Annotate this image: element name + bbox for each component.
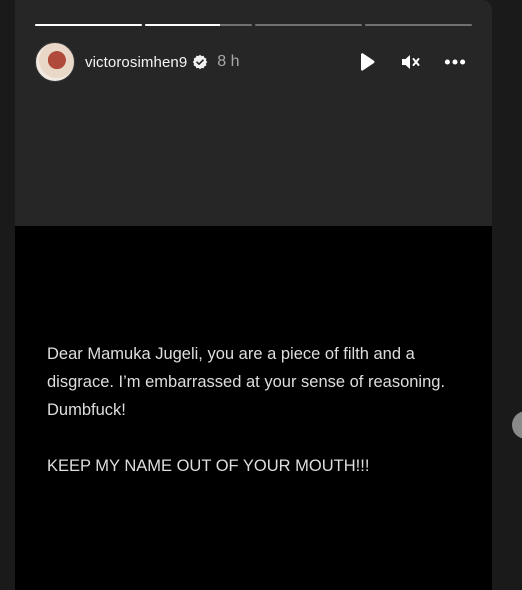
progress-segment: [255, 24, 362, 26]
avatar[interactable]: [35, 42, 75, 82]
more-options-icon[interactable]: [444, 51, 466, 73]
verified-badge-icon: [192, 54, 208, 70]
story-media[interactable]: Dear Mamuka Jugeli, you are a piece of f…: [15, 226, 492, 590]
progress-fill: [35, 24, 142, 26]
progress-segment: [145, 24, 252, 26]
play-icon[interactable]: [356, 51, 378, 73]
progress-segment: [35, 24, 142, 26]
muted-speaker-icon[interactable]: [400, 51, 422, 73]
story-controls: [356, 51, 472, 73]
progress-segment: [365, 24, 472, 26]
progress-fill: [145, 24, 220, 26]
story-header: victorosimhen9 8 h: [35, 42, 472, 82]
next-story-button[interactable]: [512, 411, 522, 439]
message-paragraph: Dear Mamuka Jugeli, you are a piece of f…: [47, 345, 446, 419]
username-link[interactable]: victorosimhen9: [85, 54, 187, 71]
story-text: Dear Mamuka Jugeli, you are a piece of f…: [47, 340, 467, 480]
post-time: 8 h: [217, 53, 240, 70]
story-progress-bar: [35, 24, 472, 26]
message-paragraph: KEEP MY NAME OUT OF YOUR MOUTH!!!: [47, 457, 370, 475]
story-viewer: victorosimhen9 8 h Dear Mamuka Jugeli, y…: [15, 0, 492, 590]
